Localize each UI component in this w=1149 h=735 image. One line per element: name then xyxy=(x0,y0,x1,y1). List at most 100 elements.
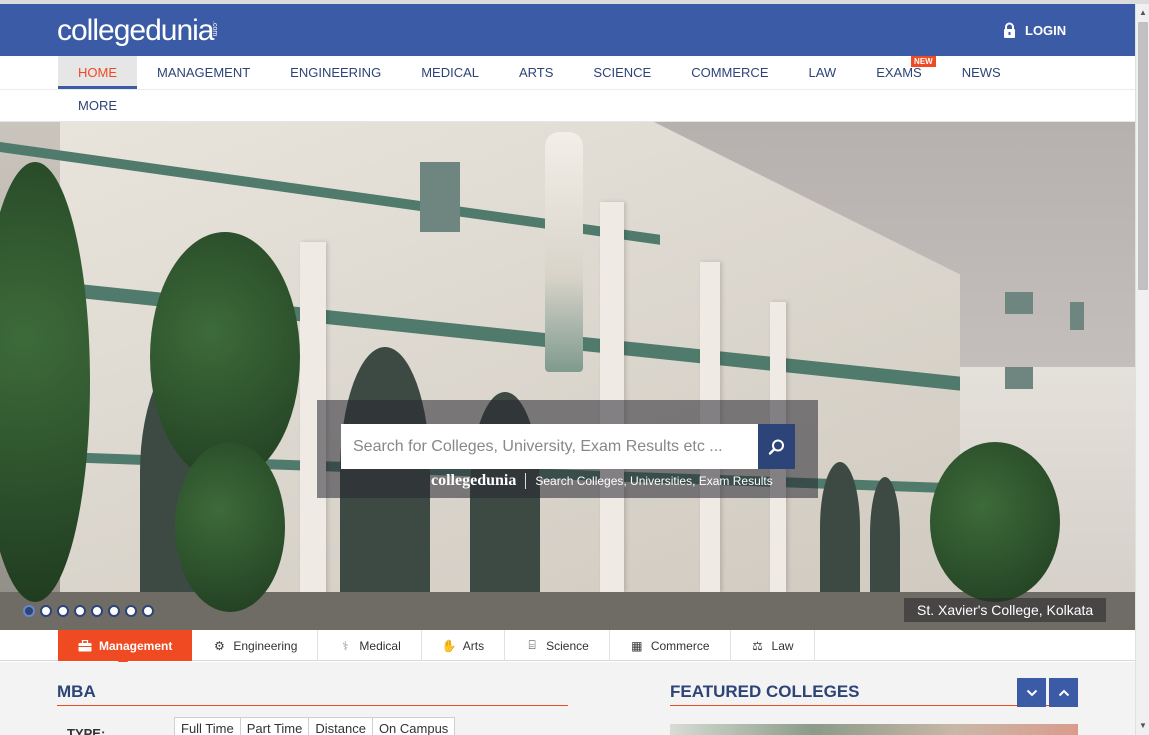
microscope-icon: ⌸ xyxy=(528,638,536,652)
tab-label: Science xyxy=(546,638,589,653)
hero-statue xyxy=(545,132,583,372)
site-logo[interactable]: collegedunia xyxy=(57,14,214,48)
nav-item-commerce[interactable]: COMMERCE xyxy=(671,56,788,89)
tab-label: Arts xyxy=(462,638,485,653)
nav-label: COMMERCE xyxy=(691,65,769,80)
search-footer: collegedunia Search Colleges, Universiti… xyxy=(431,472,773,490)
nav-item-medical[interactable]: MEDICAL xyxy=(401,56,499,89)
hero-tree xyxy=(175,442,285,612)
nav-item-exams[interactable]: EXAMS NEW xyxy=(856,56,942,89)
nav-label: ENGINEERING xyxy=(290,65,382,80)
featured-prev-button[interactable] xyxy=(1049,678,1078,707)
search-button[interactable] xyxy=(758,424,795,469)
nav-divider xyxy=(0,89,1135,90)
type-option-distance[interactable]: Distance xyxy=(308,717,372,735)
hero-arch xyxy=(870,477,900,592)
section-underline xyxy=(57,705,568,706)
nav-row: HOME MANAGEMENT ENGINEERING MEDICAL ARTS… xyxy=(58,56,1021,89)
featured-college-image[interactable] xyxy=(670,724,1078,735)
nav-item-engineering[interactable]: ENGINEERING xyxy=(270,56,401,89)
tab-label: Commerce xyxy=(650,638,710,653)
hero-tree xyxy=(930,442,1060,602)
chevron-down-icon xyxy=(1026,689,1037,696)
site-header: collegedunia .com LOGIN xyxy=(0,4,1135,56)
hero-window xyxy=(1005,367,1033,389)
tab-science[interactable]: ⌸ Science xyxy=(505,630,610,661)
nav-item-home[interactable]: HOME xyxy=(58,56,137,89)
scroll-down-arrow[interactable]: ▼ xyxy=(1138,720,1148,730)
nav-label: EXAMS xyxy=(876,65,922,80)
slider-dot[interactable] xyxy=(74,605,86,617)
nav-label: MEDICAL xyxy=(421,65,479,80)
nav-item-arts[interactable]: ARTS xyxy=(499,56,573,89)
slider-dot[interactable] xyxy=(125,605,137,617)
tab-management[interactable]: Management xyxy=(58,630,193,672)
nav-item-law[interactable]: LAW xyxy=(789,56,857,89)
gears-icon: ⚙ xyxy=(213,638,225,653)
tab-commerce[interactable]: ▦ Commerce xyxy=(610,630,731,661)
login-button[interactable]: LOGIN xyxy=(1002,22,1066,38)
nav-label: ARTS xyxy=(518,65,554,80)
tab-medical[interactable]: ⚕ Medical xyxy=(318,630,422,661)
hero-search-panel: collegedunia Search Colleges, Universiti… xyxy=(317,400,818,498)
nav-label: SCIENCE xyxy=(593,65,652,80)
search-tagline: Search Colleges, Universities, Exam Resu… xyxy=(535,474,773,488)
type-option-full-time[interactable]: Full Time xyxy=(174,717,240,735)
type-option-on-campus[interactable]: On Campus xyxy=(371,717,456,735)
nav-label: HOME xyxy=(78,65,117,80)
nav-item-science[interactable]: SCIENCE xyxy=(573,56,671,89)
slide-caption: St. Xavier's College, Kolkata xyxy=(904,598,1107,622)
category-tab-bar: Management ⚙ Engineering ⚕ Medical ✋ Art… xyxy=(0,630,1135,672)
slider-dot[interactable] xyxy=(23,605,35,617)
hero-arch xyxy=(820,462,860,592)
search-input[interactable] xyxy=(341,424,758,469)
section-title-mba: MBA xyxy=(57,682,96,701)
tab-arts[interactable]: ✋ Arts xyxy=(422,630,506,661)
calculator-icon: ▦ xyxy=(631,638,643,653)
search-divider xyxy=(525,473,527,489)
main-nav: HOME MANAGEMENT ENGINEERING MEDICAL ARTS… xyxy=(0,56,1135,122)
new-badge: NEW xyxy=(911,56,936,67)
slider-dots xyxy=(23,605,154,617)
nav-item-more[interactable]: MORE xyxy=(58,90,137,122)
tab-label: Law xyxy=(771,638,794,653)
tab-label: Management xyxy=(99,638,173,653)
medical-icon: ⚕ xyxy=(342,638,349,653)
slider-dot[interactable] xyxy=(57,605,69,617)
scroll-thumb[interactable] xyxy=(1138,22,1148,290)
search-brand: collegedunia xyxy=(431,472,517,489)
slider-dot[interactable] xyxy=(40,605,52,617)
login-label: LOGIN xyxy=(1025,22,1067,38)
category-tabs: Management ⚙ Engineering ⚕ Medical ✋ Art… xyxy=(58,630,815,672)
page: collegedunia .com LOGIN HOME MANAGEMENT … xyxy=(0,0,1149,735)
nav-item-management[interactable]: MANAGEMENT xyxy=(137,56,270,89)
type-option-part-time[interactable]: Part Time xyxy=(239,717,309,735)
slider-dot[interactable] xyxy=(142,605,154,617)
hero-slider: collegedunia Search Colleges, Universiti… xyxy=(0,122,1135,630)
featured-next-button[interactable] xyxy=(1017,678,1046,707)
slider-dot[interactable] xyxy=(91,605,103,617)
type-filter: Full Time Part Time Distance On Campus xyxy=(174,717,456,735)
nav-label: NEWS xyxy=(961,65,1001,80)
tab-label: Medical xyxy=(359,638,401,653)
nav-label: MANAGEMENT xyxy=(157,65,251,80)
section-title-featured: FEATURED COLLEGES xyxy=(670,682,860,701)
hero-window xyxy=(1070,302,1084,330)
chevron-up-icon xyxy=(1058,689,1069,696)
scales-icon: ⚖ xyxy=(752,638,763,653)
lock-icon xyxy=(1004,22,1015,38)
search-icon xyxy=(768,439,784,455)
tab-engineering[interactable]: ⚙ Engineering xyxy=(192,630,319,661)
tab-label: Engineering xyxy=(233,638,298,653)
nav-item-news[interactable]: NEWS xyxy=(942,56,1021,89)
vertical-scrollbar[interactable]: ▲ ▼ xyxy=(1135,4,1149,735)
slider-dot[interactable] xyxy=(108,605,120,617)
hero-column xyxy=(600,202,624,592)
content-area: MBA TYPE: Full Time Part Time Distance O… xyxy=(0,662,1135,735)
briefcase-icon xyxy=(78,639,92,651)
logo-suffix: .com xyxy=(211,21,218,37)
tab-law[interactable]: ⚖ Law xyxy=(731,630,815,661)
hero-window xyxy=(420,162,460,232)
hand-icon: ✋ xyxy=(441,638,457,653)
scroll-up-arrow[interactable]: ▲ xyxy=(1138,7,1148,17)
